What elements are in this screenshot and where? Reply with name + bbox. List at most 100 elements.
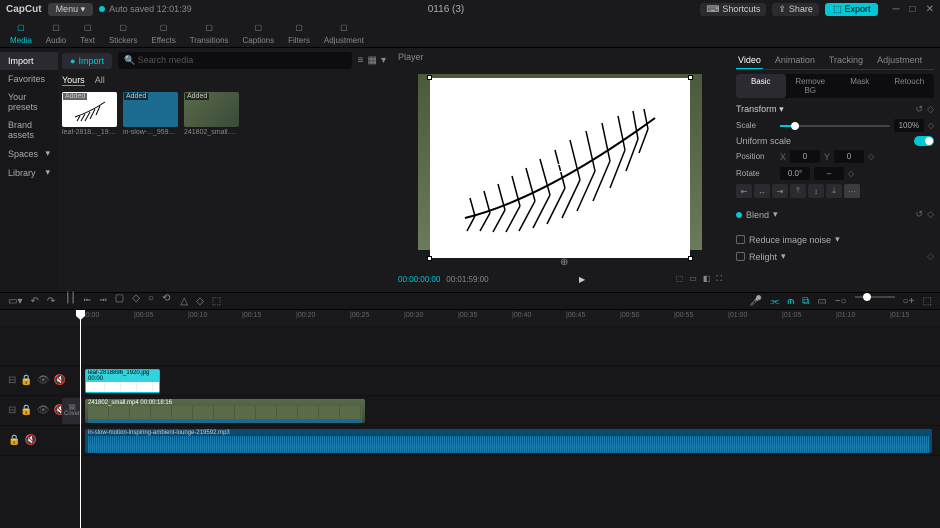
export-button[interactable]: ⬚ Export <box>825 3 879 16</box>
inspector-subtab-retouch[interactable]: Retouch <box>885 74 935 98</box>
align-right-button[interactable]: ⇥ <box>772 184 788 198</box>
track3-lock-icon[interactable]: 🔒 <box>8 435 20 446</box>
select-tool[interactable]: ▭▾ <box>8 296 22 307</box>
inspector-subtab-mask[interactable]: Mask <box>835 74 885 98</box>
share-button[interactable]: ⇪ Share <box>772 3 819 16</box>
resize-handle-br[interactable] <box>688 256 693 261</box>
sidebar-item-import[interactable]: Import <box>0 52 58 70</box>
resize-handle-tl[interactable] <box>427 75 432 80</box>
quality-icon[interactable]: ⬚ <box>676 274 684 284</box>
ribbon-filters[interactable]: ▢Filters <box>288 20 310 45</box>
inspector-tab-tracking[interactable]: Tracking <box>827 52 865 69</box>
track-lock-icon[interactable]: 🔒 <box>20 375 32 386</box>
position-y-input[interactable]: 0 <box>834 150 864 163</box>
reset-transform-icon[interactable]: ↺ <box>916 104 924 115</box>
media-thumb[interactable]: Added241802_small.mp4 <box>184 92 239 136</box>
scale-value[interactable]: 100% <box>894 119 924 132</box>
transform-heading[interactable]: Transform ▾ <box>736 104 784 115</box>
ribbon-effects[interactable]: ▢Effects <box>151 20 175 45</box>
align-vcenter-button[interactable]: ↕ <box>808 184 824 198</box>
track2-lock-icon[interactable]: 🔒 <box>20 405 32 416</box>
audio-clip[interactable]: in-slow-motion-inspiring-ambient-lounge-… <box>85 429 932 453</box>
import-button[interactable]: ● Import <box>62 53 112 69</box>
fit-icon[interactable]: ⬚ <box>923 296 932 307</box>
filter-icon[interactable]: ▾ <box>381 55 386 66</box>
mirror-tool[interactable]: △ <box>180 296 188 307</box>
shortcuts-button[interactable]: ⌨ Shortcuts <box>700 3 766 16</box>
undo-button[interactable]: ↶ <box>30 296 38 307</box>
filter-all[interactable]: All <box>95 75 105 86</box>
sidebar-item-brand-assets[interactable]: Brand assets <box>0 116 58 144</box>
preview-icon[interactable]: ▭ <box>817 296 826 307</box>
inspector-subtab-basic[interactable]: Basic <box>736 74 786 98</box>
media-thumb[interactable]: Addedleaf-2818..._1920.jpg <box>62 92 117 136</box>
minimize-button[interactable]: ─ <box>892 4 899 15</box>
align-hcenter-button[interactable]: ↔ <box>754 184 770 198</box>
track-visible-icon[interactable]: 👁 <box>37 375 50 386</box>
ribbon-audio[interactable]: ▢Audio <box>46 20 66 45</box>
magnet-track-icon[interactable]: ⫙ <box>787 296 794 307</box>
video-clip[interactable]: 241802_small.mp4 00:00:18:16 <box>85 399 365 423</box>
track2-collapse-icon[interactable]: ⊟ <box>8 405 16 416</box>
close-button[interactable]: ✕ <box>926 4 934 15</box>
relight-row[interactable]: Relight ▾ ◇ <box>736 248 934 265</box>
zoom-out-icon[interactable]: −○ <box>835 296 847 307</box>
rotate-input[interactable]: 0.0° <box>780 167 810 180</box>
inspector-tab-video[interactable]: Video <box>736 52 763 69</box>
menu-button[interactable]: Menu ▾ <box>48 3 94 16</box>
keyframe-transform-icon[interactable]: ◇ <box>927 104 934 115</box>
ribbon-text[interactable]: ▢Text <box>80 20 95 45</box>
align-top-button[interactable]: ⤒ <box>790 184 806 198</box>
filter-yours[interactable]: Yours <box>62 75 85 86</box>
resize-handle-tr[interactable] <box>688 75 693 80</box>
magnet-main-icon[interactable]: ⫘ <box>770 296 779 307</box>
reset-blend-icon[interactable]: ↺ <box>916 209 924 220</box>
reduce-noise-row[interactable]: Reduce image noise ▾ <box>736 231 934 248</box>
ribbon-media[interactable]: ▢Media <box>10 20 32 45</box>
sidebar-item-favorites[interactable]: Favorites <box>0 70 58 88</box>
image-clip[interactable]: leaf-2818896_1920.jpg 00:00 <box>85 369 160 393</box>
rotate-handle-icon[interactable]: ⊕ <box>560 257 568 268</box>
mic-icon[interactable]: 🎤 <box>750 296 762 307</box>
rotate-tool[interactable]: ◇ <box>196 296 204 307</box>
media-thumb[interactable]: Addedin-slow-..._9592.mp3 <box>123 92 178 136</box>
align-left-button[interactable]: ⇤ <box>736 184 752 198</box>
scale-keyframe-icon[interactable]: ◇ <box>928 121 934 130</box>
compare-icon[interactable]: ◧ <box>703 274 711 284</box>
delete-tool[interactable]: ▢ <box>115 293 124 310</box>
crop-tool[interactable]: ⬚ <box>212 296 221 307</box>
cover-button[interactable]: 🖼Cover <box>62 398 82 424</box>
inspector-tab-adjustment[interactable]: Adjustment <box>875 52 924 69</box>
inspector-tab-animation[interactable]: Animation <box>773 52 817 69</box>
reverse-tool[interactable]: ⟲ <box>162 293 170 310</box>
keyframe-blend-icon[interactable]: ◇ <box>927 209 934 220</box>
link-icon[interactable]: ⧉ <box>802 296 809 307</box>
blend-heading[interactable]: Blend ▾ <box>736 206 778 223</box>
track3-mute-icon[interactable]: 🔇 <box>24 435 36 446</box>
trim-right-tool[interactable]: ⭲ <box>99 293 107 310</box>
inspector-subtab-remove-bg[interactable]: Remove BG <box>786 74 836 98</box>
sidebar-item-your-presets[interactable]: Your presets <box>0 88 58 116</box>
position-keyframe-icon[interactable]: ◇ <box>868 152 874 161</box>
track-mute-icon[interactable]: 🔇 <box>54 375 66 386</box>
ribbon-adjustment[interactable]: ▢Adjustment <box>324 20 364 45</box>
playhead[interactable] <box>80 310 81 528</box>
sidebar-item-library[interactable]: Library▾ <box>0 163 58 182</box>
position-x-input[interactable]: 0 <box>790 150 820 163</box>
align-more-button[interactable]: ⋯ <box>844 184 860 198</box>
search-input[interactable]: 🔍 Search media <box>118 52 352 69</box>
canvas-selection[interactable] <box>430 78 690 258</box>
zoom-in-icon[interactable]: ○+ <box>903 296 915 307</box>
rotate-stepper[interactable]: – <box>814 167 844 180</box>
track2-visible-icon[interactable]: 👁 <box>37 405 50 416</box>
uniform-scale-toggle[interactable] <box>914 136 934 146</box>
align-bottom-button[interactable]: ⤓ <box>826 184 842 198</box>
marker-tool[interactable]: ◇ <box>132 293 140 310</box>
ribbon-captions[interactable]: ▢Captions <box>243 20 275 45</box>
track-collapse-icon[interactable]: ⊟ <box>8 375 16 386</box>
record-tool[interactable]: ○ <box>148 293 154 310</box>
sort-icon[interactable]: ≡ <box>358 55 364 66</box>
resize-handle-bl[interactable] <box>427 256 432 261</box>
grid-view-icon[interactable]: ▦ <box>368 55 377 66</box>
redo-button[interactable]: ↷ <box>47 296 55 307</box>
